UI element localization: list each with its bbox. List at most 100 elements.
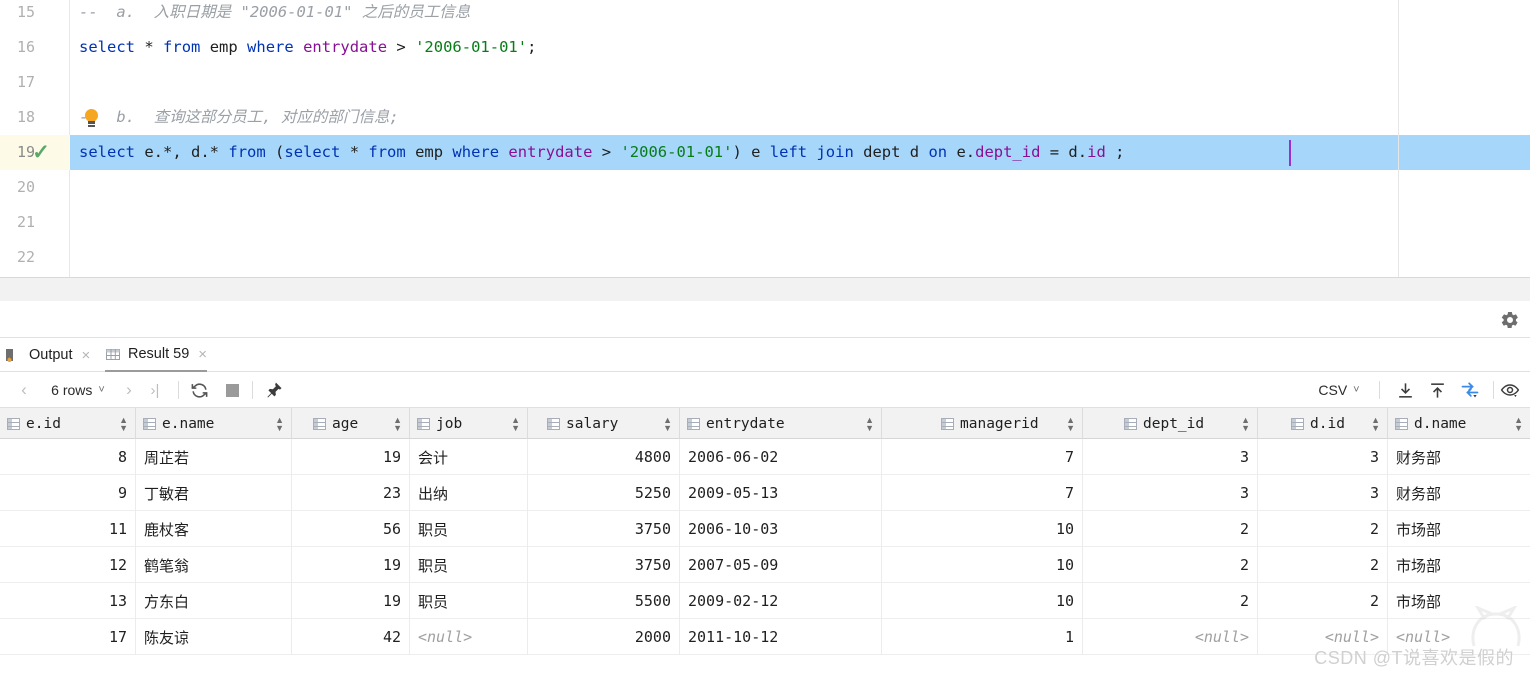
cell-age[interactable]: 23 (292, 475, 410, 511)
table-row[interactable]: 9 丁敏君 23 出纳 5250 2009-05-13 7 3 3 财务部 (0, 475, 1530, 511)
intention-bulb-icon[interactable] (84, 109, 99, 128)
transpose-icon[interactable] (1454, 372, 1486, 408)
cell-e-id[interactable]: 13 (0, 583, 136, 619)
sort-indicator-icon[interactable]: ▲ ▼ (865, 415, 874, 432)
gear-icon[interactable] (1500, 310, 1520, 330)
code-line-selected[interactable]: select e.*, d.* from (select * from emp … (70, 135, 1124, 170)
cell-age[interactable]: 42 (292, 619, 410, 655)
cell-e-id[interactable]: 9 (0, 475, 136, 511)
cell-e-name[interactable]: 周芷若 (136, 439, 292, 475)
download-icon[interactable] (1390, 372, 1420, 408)
cell-age[interactable]: 19 (292, 547, 410, 583)
cell-managerid[interactable]: 10 (882, 583, 1083, 619)
code-line[interactable]: -- b. 查询这部分员工, 对应的部门信息; (70, 100, 399, 135)
last-page-button[interactable]: ›| (142, 372, 168, 408)
cell-managerid[interactable]: 10 (882, 547, 1083, 583)
cell-e-name[interactable]: 丁敏君 (136, 475, 292, 511)
column-header-e-name[interactable]: e.name ▲ ▼ (136, 408, 292, 439)
close-icon[interactable]: × (82, 347, 91, 364)
sort-indicator-icon[interactable]: ▲ ▼ (1241, 415, 1250, 432)
next-page-button[interactable]: › (118, 372, 140, 408)
tab-result-59[interactable]: Result 59 × (105, 338, 208, 372)
cell-dept-id[interactable]: 2 (1083, 511, 1258, 547)
column-header-job[interactable]: job ▲ ▼ (410, 408, 528, 439)
cell-d-name[interactable]: 财务部 (1388, 475, 1530, 511)
close-icon[interactable]: × (198, 346, 207, 363)
cell-salary[interactable]: 2000 (528, 619, 680, 655)
table-row[interactable]: 17 陈友谅 42 <null> 2000 2011-10-12 1 <null… (0, 619, 1530, 655)
cell-dept-id[interactable]: 2 (1083, 583, 1258, 619)
cell-d-name[interactable]: <null> (1388, 619, 1530, 655)
cell-e-name[interactable]: 方东白 (136, 583, 292, 619)
sort-indicator-icon[interactable]: ▲ ▼ (1371, 415, 1380, 432)
sort-indicator-icon[interactable]: ▲ ▼ (1066, 415, 1075, 432)
cell-d-name[interactable]: 财务部 (1388, 439, 1530, 475)
cell-e-name[interactable]: 鹿杖客 (136, 511, 292, 547)
cell-d-name[interactable]: 市场部 (1388, 583, 1530, 619)
cell-entrydate[interactable]: 2006-06-02 (680, 439, 882, 475)
cell-dept-id[interactable]: 2 (1083, 547, 1258, 583)
cell-job[interactable]: 出纳 (410, 475, 528, 511)
table-row[interactable]: 8 周芷若 19 会计 4800 2006-06-02 7 3 3 财务部 (0, 439, 1530, 475)
cell-salary[interactable]: 4800 (528, 439, 680, 475)
results-tab-bar[interactable]: Output × Result 59 × (0, 338, 1530, 372)
tab-output[interactable]: Output × (6, 338, 90, 372)
table-row[interactable]: 11 鹿杖客 56 职员 3750 2006-10-03 10 2 2 市场部 (0, 511, 1530, 547)
cell-job[interactable]: 职员 (410, 511, 528, 547)
sort-indicator-icon[interactable]: ▲ ▼ (663, 415, 672, 432)
export-format-dropdown[interactable]: CSV ˅ (1308, 372, 1370, 408)
cell-d-id[interactable]: <null> (1258, 619, 1388, 655)
cell-age[interactable]: 19 (292, 439, 410, 475)
cell-e-id[interactable]: 11 (0, 511, 136, 547)
column-header-d-id[interactable]: d.id ▲ ▼ (1258, 408, 1388, 439)
cell-d-name[interactable]: 市场部 (1388, 547, 1530, 583)
cell-entrydate[interactable]: 2007-05-09 (680, 547, 882, 583)
cell-salary[interactable]: 5250 (528, 475, 680, 511)
table-row[interactable]: 13 方东白 19 职员 5500 2009-02-12 10 2 2 市场部 (0, 583, 1530, 619)
cell-age[interactable]: 19 (292, 583, 410, 619)
cell-entrydate[interactable]: 2006-10-03 (680, 511, 882, 547)
cell-d-id[interactable]: 2 (1258, 511, 1388, 547)
cell-managerid[interactable]: 7 (882, 475, 1083, 511)
column-header-entrydate[interactable]: entrydate ▲ ▼ (680, 408, 882, 439)
cell-job[interactable]: 职员 (410, 547, 528, 583)
sort-indicator-icon[interactable]: ▲ ▼ (119, 415, 128, 432)
cell-d-id[interactable]: 2 (1258, 583, 1388, 619)
cell-age[interactable]: 56 (292, 511, 410, 547)
cell-d-id[interactable]: 3 (1258, 475, 1388, 511)
code-content[interactable]: -- a. 入职日期是 "2006-01-01" 之后的员工信息 select … (70, 0, 1530, 277)
sort-indicator-icon[interactable]: ▲ ▼ (1514, 415, 1523, 432)
cell-entrydate[interactable]: 2009-05-13 (680, 475, 882, 511)
result-grid[interactable]: e.id ▲ ▼ e.name ▲ ▼ age ▲ ▼ job ▲ ▼ salary ▲… (0, 408, 1530, 678)
row-count-dropdown[interactable]: 6 rows ˅ (38, 372, 118, 408)
cell-job[interactable]: 职员 (410, 583, 528, 619)
cell-d-id[interactable]: 2 (1258, 547, 1388, 583)
cell-salary[interactable]: 5500 (528, 583, 680, 619)
sql-editor[interactable]: 15 16 17 18 19 20 21 22 ✓ -- a. 入职日期是 "2… (0, 0, 1530, 277)
cell-entrydate[interactable]: 2009-02-12 (680, 583, 882, 619)
run-success-icon[interactable]: ✓ (30, 135, 52, 170)
cell-d-id[interactable]: 3 (1258, 439, 1388, 475)
cell-e-name[interactable]: 鹤笔翁 (136, 547, 292, 583)
stop-icon[interactable] (219, 372, 245, 408)
cell-managerid[interactable]: 1 (882, 619, 1083, 655)
prev-page-button[interactable]: ‹ (14, 372, 34, 408)
eye-icon[interactable] (1494, 372, 1526, 408)
cell-managerid[interactable]: 10 (882, 511, 1083, 547)
cell-e-id[interactable]: 17 (0, 619, 136, 655)
result-toolbar[interactable]: ‹ 6 rows ˅ › ›| CSV ˅ (0, 372, 1530, 408)
sort-indicator-icon[interactable]: ▲ ▼ (275, 415, 284, 432)
cell-e-id[interactable]: 8 (0, 439, 136, 475)
cell-salary[interactable]: 3750 (528, 547, 680, 583)
cell-e-id[interactable]: 12 (0, 547, 136, 583)
cell-entrydate[interactable]: 2011-10-12 (680, 619, 882, 655)
column-header-managerid[interactable]: managerid ▲ ▼ (882, 408, 1083, 439)
editor-results-splitter[interactable] (0, 277, 1530, 301)
sort-indicator-icon[interactable]: ▲ ▼ (511, 415, 520, 432)
cell-job[interactable]: 会计 (410, 439, 528, 475)
cell-salary[interactable]: 3750 (528, 511, 680, 547)
column-header-age[interactable]: age ▲ ▼ (292, 408, 410, 439)
column-header-salary[interactable]: salary ▲ ▼ (528, 408, 680, 439)
cell-dept-id[interactable]: <null> (1083, 619, 1258, 655)
table-row[interactable]: 12 鹤笔翁 19 职员 3750 2007-05-09 10 2 2 市场部 (0, 547, 1530, 583)
